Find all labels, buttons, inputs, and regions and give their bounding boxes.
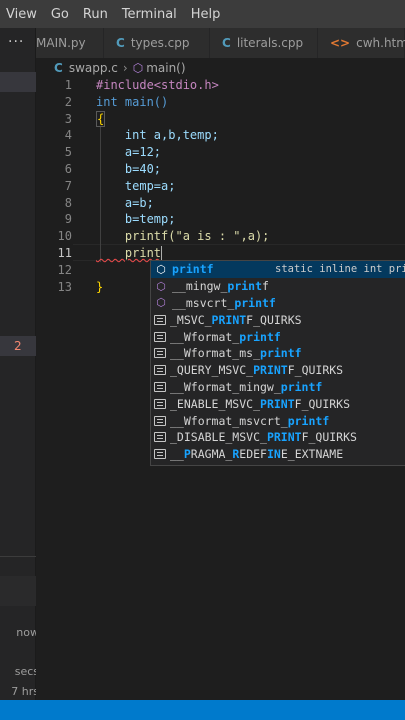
tab-label: MAIN.py — [36, 36, 86, 50]
code-line: a=12; — [96, 145, 162, 160]
suggestion-item[interactable]: _MSVC_PRINTF_QUIRKS — [151, 311, 405, 328]
method-cube-icon: ⬡ — [156, 279, 166, 293]
method-cube-icon: ⬡ — [156, 262, 166, 276]
code-line: temp=a; — [96, 178, 176, 193]
sidebar-selected-row[interactable] — [0, 72, 36, 92]
line-number: 3 — [64, 111, 72, 126]
suggestion-item[interactable]: _ENABLE_MSVC_PRINTF_QUIRKS — [151, 395, 405, 412]
code-token: print — [96, 246, 162, 260]
text-item-icon — [154, 348, 166, 359]
suggestion-item[interactable]: __Wformat_mingw_printf — [151, 379, 405, 396]
code-line: printf("a is : ",a); — [96, 229, 270, 244]
text-item-icon — [154, 449, 166, 460]
text-item-icon — [154, 314, 166, 325]
code-line: a=b; — [96, 195, 154, 210]
method-cube-icon: ⬡ — [156, 296, 166, 310]
code-line: int main() — [96, 94, 169, 109]
suggestion-label: _MSVC_PRINTF_QUIRKS — [170, 312, 302, 327]
menu-run[interactable]: Run — [83, 7, 116, 22]
tab-label: literals.cpp — [236, 36, 304, 50]
text-item-icon — [154, 398, 166, 409]
line-number: 7 — [64, 178, 72, 193]
html-file-icon: <> — [330, 36, 351, 50]
suggestion-detail: static inline int print — [275, 263, 405, 276]
suggestion-label: __Wformat_msvcrt_printf — [170, 413, 330, 428]
suggestion-label: __Wformat_mingw_printf — [170, 379, 323, 394]
text-item-icon — [154, 365, 166, 376]
text-item-icon — [154, 381, 166, 392]
line-number: 12 — [57, 262, 72, 277]
suggestion-label: __Wformat_ms_printf — [170, 346, 302, 361]
suggestion-item[interactable]: __Wformat_ms_printf — [151, 345, 405, 362]
status-bar — [0, 700, 405, 720]
suggestion-label: _QUERY_MSVC_PRINTF_QUIRKS — [170, 363, 344, 378]
code-token: { — [96, 110, 106, 127]
line-number: 6 — [64, 162, 72, 176]
text-cursor — [161, 246, 163, 260]
menu-bar: View Go Run Terminal Help — [0, 0, 405, 28]
line-number: 11 — [57, 246, 72, 260]
suggestion-item[interactable]: __Wformat_printf — [151, 328, 405, 345]
code-line: b=temp; — [96, 212, 176, 227]
line-number: 4 — [64, 128, 72, 143]
sidebar-divider — [0, 556, 36, 557]
c-file-icon: C — [54, 61, 63, 75]
code-line: } — [96, 279, 104, 294]
breadcrumb: C swapp.c › ⬡ main() — [36, 58, 405, 78]
more-actions-icon[interactable]: ··· — [8, 34, 24, 50]
tab-literals-cpp[interactable]: C literals.cpp — [210, 28, 318, 58]
code-line: #include<stdio.h> — [96, 78, 219, 92]
timeline-item-time: 7 hrs — [11, 685, 39, 698]
tab-main-py[interactable]: MAIN.py — [36, 28, 104, 58]
code-line: { — [96, 110, 106, 127]
suggestion-label: __mingw_printf — [172, 279, 269, 294]
suggestion-label: __PRAGMA_REDEFINE_EXTNAME — [170, 447, 344, 462]
suggestion-item[interactable]: __Wformat_msvcrt_printf — [151, 412, 405, 429]
suggestion-item[interactable]: ⬡ __msvcrt_printf — [151, 295, 405, 312]
code-line: b=40; — [96, 162, 162, 176]
line-number: 9 — [64, 212, 72, 227]
tab-cwh-html[interactable]: <> cwh.html — [318, 28, 405, 58]
suggest-widget: ⬡ printf static inline int print ⬡ __mingw_p… — [150, 260, 405, 466]
suggestion-label: __msvcrt_printf — [172, 295, 276, 310]
line-number: 1 — [64, 78, 72, 92]
breadcrumb-file[interactable]: swapp.c — [69, 61, 118, 75]
menu-help[interactable]: Help — [191, 7, 229, 22]
cpp-file-icon: C — [116, 36, 125, 50]
cpp-file-icon: C — [222, 36, 231, 50]
function-cube-icon: ⬡ — [132, 61, 144, 75]
timeline-header[interactable] — [0, 576, 36, 606]
text-item-icon — [154, 432, 166, 443]
menu-go[interactable]: Go — [51, 7, 77, 22]
tab-label: cwh.html — [356, 36, 405, 50]
chevron-right-icon: › — [122, 61, 128, 75]
suggestion-label: _ENABLE_MSVC_PRINTF_QUIRKS — [170, 396, 351, 411]
suggestion-label: _DISABLE_MSVC_PRINTF_QUIRKS — [170, 430, 357, 445]
breadcrumb-symbol[interactable]: main() — [146, 61, 185, 75]
tab-types-cpp[interactable]: C types.cpp — [104, 28, 210, 58]
code-line: int a,b,temp; — [96, 128, 219, 143]
menu-view[interactable]: View — [6, 7, 45, 22]
line-number: 5 — [64, 145, 72, 160]
suggestion-label: __Wformat_printf — [170, 329, 281, 344]
suggestion-item[interactable]: ⬡ printf static inline int print — [151, 261, 405, 278]
tab-label: types.cpp — [130, 36, 190, 50]
menu-terminal[interactable]: Terminal — [122, 7, 185, 22]
problem-count-badge: 2 — [14, 339, 22, 353]
code-line: print — [96, 246, 163, 260]
editor-tabs: MAIN.py C types.cpp C literals.cpp <> cw… — [36, 28, 405, 58]
line-number: 2 — [64, 94, 72, 109]
text-item-icon — [154, 415, 166, 426]
text-item-icon — [154, 331, 166, 342]
suggestion-item[interactable]: __PRAGMA_REDEFINE_EXTNAME — [151, 446, 405, 463]
line-number: 10 — [57, 229, 72, 244]
suggestion-item[interactable]: ⬡ __mingw_printf — [151, 278, 405, 295]
suggestion-item[interactable]: _QUERY_MSVC_PRINTF_QUIRKS — [151, 362, 405, 379]
side-bar: ··· 2 now secs 7 hrs — [0, 28, 39, 720]
suggestion-label: printf — [172, 262, 214, 277]
line-number: 8 — [64, 195, 72, 210]
suggestion-item[interactable]: _DISABLE_MSVC_PRINTF_QUIRKS — [151, 429, 405, 446]
line-number: 13 — [57, 279, 72, 294]
